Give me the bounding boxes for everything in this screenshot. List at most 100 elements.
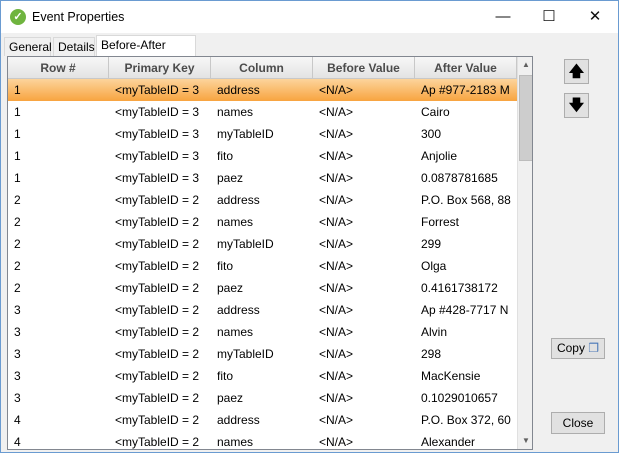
table-row[interactable]: 2 <myTableID = 2 myTableID <N/A> 299 [8,233,517,255]
table-cell: 2 [14,281,21,295]
window-title: Event Properties [32,10,125,24]
scrollbar-thumb[interactable] [519,75,532,161]
table-cell: 3 [14,325,21,339]
table-cell: <N/A> [319,325,354,339]
table-cell: <myTableID = 3 [115,127,200,141]
column-header[interactable]: Primary Key [109,57,211,79]
close-button[interactable]: Close [551,412,605,434]
table-cell: <myTableID = 2 [115,259,200,273]
table-cell: fito [217,259,234,273]
grid-header: Row # Primary Key Column Before Value After … [8,57,517,79]
table-cell: <N/A> [319,435,354,449]
table-cell: Cairo [421,105,450,119]
table-cell: <myTableID = 2 [115,215,200,229]
table-row[interactable]: 3 <myTableID = 2 address <N/A> Ap #428-7717 … [8,299,517,321]
column-header[interactable]: Row # [8,57,109,79]
table-row[interactable]: 2 <myTableID = 2 address <N/A> P.O. Box 568,… [8,189,517,211]
table-row[interactable]: 4 <myTableID = 2 address <N/A> P.O. Box 372,… [8,409,517,431]
table-cell: 0.0878781685 [421,171,498,185]
table-cell: names [217,105,254,119]
table-row[interactable]: 2 <myTableID = 2 fito <N/A> Olga [8,255,517,277]
table-cell: address [217,83,260,97]
copy-label: Copy [556,341,585,355]
table-cell: <myTableID = 2 [115,281,200,295]
table-cell: fito [217,369,234,383]
minimize-button[interactable]: — [480,1,526,33]
table-cell: Olga [421,259,447,273]
table-cell: <myTableID = 2 [115,237,200,251]
scroll-up-icon[interactable]: ▲ [518,57,532,73]
table-row[interactable]: 3 <myTableID = 2 paez <N/A> 0.1029010657 [8,387,517,409]
table-row[interactable]: 2 <myTableID = 2 names <N/A> Forrest [8,211,517,233]
table-cell: 298 [421,347,442,361]
table-cell: <N/A> [319,105,354,119]
table-cell: myTableID [217,347,274,361]
table-cell: <myTableID = 2 [115,347,200,361]
table-cell: <myTableID = 2 [115,325,200,339]
table-cell: Ap #977-2183 M [421,83,510,97]
table-cell: names [217,215,254,229]
table-row[interactable]: 3 <myTableID = 2 fito <N/A> MacKensie [8,365,517,387]
table-cell: <myTableID = 2 [115,303,200,317]
scroll-down-icon[interactable]: ▼ [518,433,532,449]
table-cell: <myTableID = 3 [115,105,200,119]
table-cell: paez [217,391,244,405]
table-cell: 1 [14,105,21,119]
table-cell: <myTableID = 3 [115,149,200,163]
column-header[interactable]: After Value [415,57,517,79]
table-row[interactable]: 1 <myTableID = 3 paez <N/A> 0.0878781685 [8,167,517,189]
table-cell: 3 [14,369,21,383]
table-cell: paez [217,171,244,185]
table-cell: names [217,435,254,449]
move-down-button[interactable]: 🡇 [564,93,589,118]
table-cell: 1 [14,149,21,163]
table-cell: 4 [14,413,21,427]
table-cell: <N/A> [319,127,354,141]
table-cell: address [217,413,260,427]
table-cell: P.O. Box 568, 88 [421,193,511,207]
table-cell: 1 [14,83,21,97]
table-cell: 2 [14,259,21,273]
tab-details[interactable]: Details [53,37,95,56]
column-header[interactable]: Column [211,57,313,79]
table-cell: <N/A> [319,259,354,273]
table-cell: 299 [421,237,442,251]
table-cell: <N/A> [319,413,354,427]
table-row[interactable]: 3 <myTableID = 2 names <N/A> Alvin [8,321,517,343]
table-cell: 3 [14,391,21,405]
table-row[interactable]: 4 <myTableID = 2 names <N/A> Alexander [8,431,517,449]
tab-general[interactable]: General [4,37,52,56]
table-cell: 4 [14,435,21,449]
column-header[interactable]: Before Value [313,57,415,79]
maximize-button[interactable]: ☐ [526,1,572,33]
table-row[interactable]: 1 <myTableID = 3 address <N/A> Ap #977-2183 … [8,79,517,101]
table-cell: MacKensie [421,369,481,383]
move-up-button[interactable]: 🡅 [564,59,589,84]
table-row[interactable]: 1 <myTableID = 3 fito <N/A> Anjolie [8,145,517,167]
table-row[interactable]: 2 <myTableID = 2 paez <N/A> 0.4161738172 [8,277,517,299]
table-cell: paez [217,281,244,295]
title-bar: ✓ Event Properties — ☐ ✕ [1,1,618,33]
table-row[interactable]: 3 <myTableID = 2 myTableID <N/A> 298 [8,343,517,365]
table-row[interactable]: 1 <myTableID = 3 names <N/A> Cairo [8,101,517,123]
table-cell: <N/A> [319,347,354,361]
vertical-scrollbar[interactable]: ▲ ▼ [517,57,532,449]
copy-button[interactable]: Copy ❐ [551,338,605,359]
before-after-grid: Row # Primary Key Column Before Value After … [7,56,533,450]
close-window-button[interactable]: ✕ [572,1,618,33]
table-cell: 0.4161738172 [421,281,498,295]
copy-icon: ❐ [588,341,600,355]
table-cell: <N/A> [319,83,354,97]
table-cell: <N/A> [319,193,354,207]
table-cell: Alvin [421,325,448,339]
tab-before-after-data[interactable]: Before-After Data [96,35,196,70]
table-cell: 3 [14,347,21,361]
table-row[interactable]: 1 <myTableID = 3 myTableID <N/A> 300 [8,123,517,145]
table-cell: <N/A> [319,369,354,383]
table-cell: 1 [14,127,21,141]
check-circle-icon: ✓ [10,9,26,25]
table-cell: 0.1029010657 [421,391,498,405]
table-cell: fito [217,149,234,163]
table-cell: 2 [14,237,21,251]
table-cell: address [217,193,260,207]
